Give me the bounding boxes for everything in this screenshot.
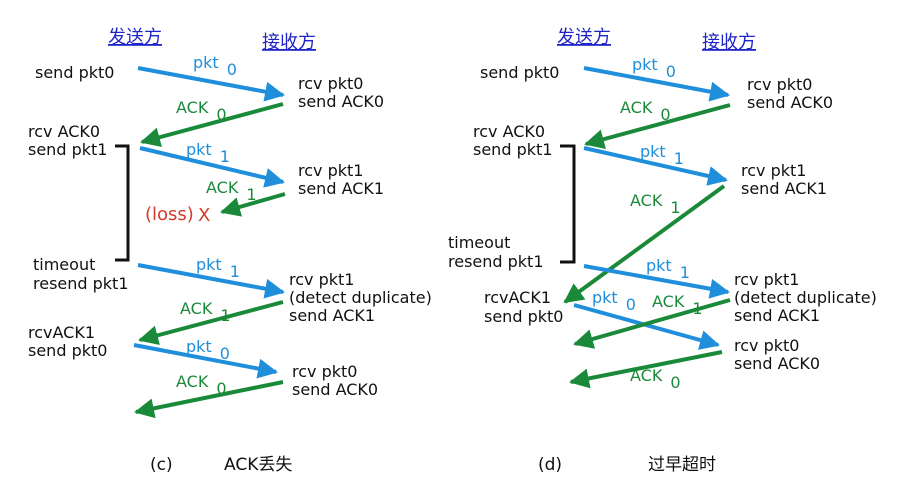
panel-d: 发送方 接收方 send pkt0 pkt 0 rcv pkt0 send ACK…	[448, 27, 877, 475]
ack0-label-num: 0	[216, 105, 226, 124]
rcv-ack0-label-d: rcv ACK0	[473, 122, 545, 141]
send-ack1-label: send ACK1	[298, 179, 384, 198]
ack1-label-d: ACK 1	[630, 191, 681, 217]
ack0-label-num-d: 0	[660, 105, 670, 124]
rdt-timing-diagram: 发送方 接收方 send pkt0 pkt 0 rcv pkt0 send ACK…	[28, 27, 877, 475]
send-ack0-label-d: send ACK0	[747, 93, 833, 112]
ack1b-label-text: ACK	[180, 299, 213, 318]
resend-pkt1-label-d: resend pkt1	[448, 252, 544, 271]
rcv-pkt1-label-d: rcv pkt1	[741, 161, 806, 180]
pkt1b-label-num: 1	[230, 262, 240, 281]
pkt0-label-text: pkt	[193, 53, 219, 72]
pkt1b-label-text-d: pkt	[646, 256, 672, 275]
ack0b-label: ACK 0	[176, 372, 227, 398]
ack0-label-d: ACK 0	[620, 98, 671, 124]
send-pkt0-label-d: send pkt0	[480, 63, 559, 82]
pkt1-label-text-d: pkt	[640, 142, 666, 161]
rcv-pkt0-b-label: rcv pkt0	[292, 362, 357, 381]
caption-d-text: 过早超时	[648, 455, 716, 475]
pkt1b-label-text: pkt	[196, 255, 222, 274]
detect-duplicate-label: (detect duplicate)	[289, 288, 432, 307]
rcvack1-label: rcvACK1	[28, 323, 95, 342]
timeout-label: timeout	[33, 255, 95, 274]
detect-duplicate-label-d: (detect duplicate)	[734, 288, 877, 307]
loss-label: (loss)	[145, 204, 194, 225]
rcv-pkt0-label-d: rcv pkt0	[747, 75, 812, 94]
caption-d-letter: (d)	[538, 455, 562, 475]
pkt1-label-num: 1	[220, 147, 230, 166]
ack1-label-num-d: 1	[670, 198, 680, 217]
ack0b-label-d: ACK 0	[630, 366, 681, 392]
timeout-bracket-d	[560, 144, 576, 264]
pkt1-label-num-d: 1	[674, 149, 684, 168]
sender-header: 发送方	[108, 27, 162, 48]
pkt0-label-num: 0	[227, 60, 237, 79]
pkt0b-label-num-d: 0	[626, 295, 636, 314]
ack0-arrow-d	[584, 103, 731, 149]
ack1-label-num: 1	[246, 185, 256, 204]
ack1b-label-text-d: ACK	[652, 292, 685, 311]
rcv-ack0-label: rcv ACK0	[28, 122, 100, 141]
send-ack0-b-label: send ACK0	[292, 380, 378, 399]
caption-c-text: ACK丢失	[224, 455, 292, 475]
send-ack1-dup-label: send ACK1	[289, 306, 375, 325]
ack1-label-text-d: ACK	[630, 191, 663, 210]
panel-c: 发送方 接收方 send pkt0 pkt 0 rcv pkt0 send ACK…	[28, 27, 432, 475]
rcv-pkt1-label: rcv pkt1	[298, 161, 363, 180]
ack0-label-text-d: ACK	[620, 98, 653, 117]
send-ack1-label-d: send ACK1	[741, 179, 827, 198]
send-pkt0-b-label-d: send pkt0	[484, 307, 563, 326]
sender-header-d: 发送方	[557, 27, 611, 48]
resend-pkt1-label: resend pkt1	[33, 274, 129, 293]
send-pkt0-label: send pkt0	[35, 63, 114, 82]
send-ack0-b-label-d: send ACK0	[734, 354, 820, 373]
pkt0b-label-num: 0	[220, 344, 230, 363]
receiver-header-d: 接收方	[702, 32, 756, 53]
pkt1-label-text: pkt	[186, 140, 212, 159]
send-ack0-label: send ACK0	[298, 92, 384, 111]
ack0-label-text: ACK	[176, 98, 209, 117]
rcv-pkt1-dup-label-d: rcv pkt1	[734, 270, 799, 289]
ack0-b-arrow	[134, 380, 284, 419]
ack0b-label-text: ACK	[176, 372, 209, 391]
ack1-label: ACK 1	[206, 178, 257, 204]
pkt1b-label-num-d: 1	[680, 263, 690, 282]
ack0b-label-num: 0	[216, 379, 226, 398]
caption-c-letter: (c)	[150, 455, 173, 475]
pkt0b-label-text-d: pkt	[592, 288, 618, 307]
loss-mark: X	[198, 205, 210, 226]
rcv-pkt1-dup-label: rcv pkt1	[289, 270, 354, 289]
pkt0-label-num-d: 0	[666, 62, 676, 81]
pkt0-label: pkt 0	[193, 53, 237, 79]
timeout-label-d: timeout	[448, 233, 510, 252]
ack0b-label-num-d: 0	[670, 373, 680, 392]
timeout-bracket	[115, 144, 130, 262]
ack0-arrow	[140, 102, 284, 147]
rcv-pkt0-label: rcv pkt0	[298, 74, 363, 93]
send-pkt0-b-label: send pkt0	[28, 341, 107, 360]
pkt0b-label-text: pkt	[186, 337, 212, 356]
ack1b-label-num: 1	[220, 306, 230, 325]
pkt0-label-text-d: pkt	[632, 55, 658, 74]
send-pkt1-label-d: send pkt1	[473, 140, 552, 159]
ack0-label: ACK 0	[176, 98, 227, 124]
ack1-label-text: ACK	[206, 178, 239, 197]
rcvack1-label-d: rcvACK1	[484, 288, 551, 307]
ack0b-label-text-d: ACK	[630, 366, 663, 385]
receiver-header: 接收方	[262, 32, 316, 53]
send-ack1-dup-label-d: send ACK1	[734, 306, 820, 325]
pkt0-arrow	[137, 66, 285, 102]
ack1b-label-num-d: 1	[692, 299, 702, 318]
send-pkt1-label: send pkt1	[28, 140, 107, 159]
rcv-pkt0-b-label-d: rcv pkt0	[734, 336, 799, 355]
